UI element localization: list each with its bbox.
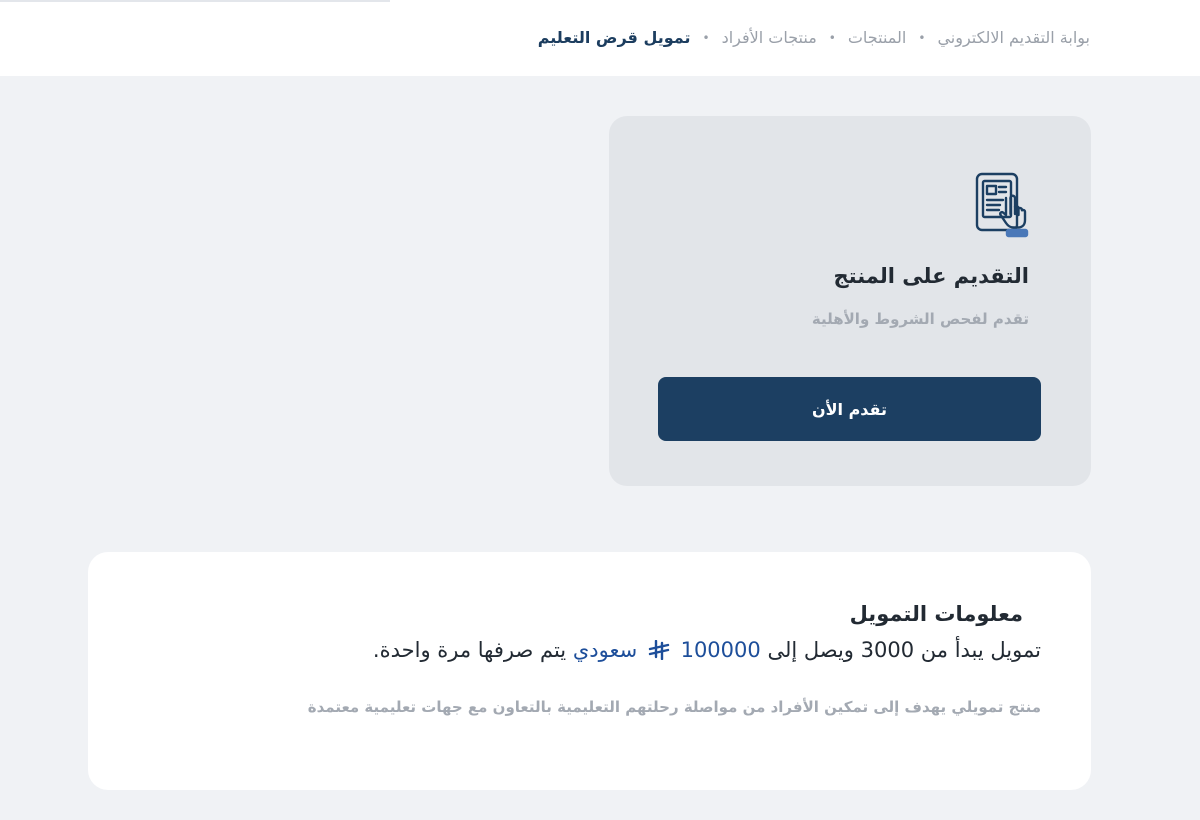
breadcrumb-separator: • xyxy=(918,30,926,45)
top-bar-accent xyxy=(0,0,390,2)
breadcrumb-separator: • xyxy=(702,30,710,45)
breadcrumb: بوابة التقديم الالكتروني • المنتجات • من… xyxy=(538,28,1090,47)
range-prefix: تمويل يبدأ من xyxy=(920,638,1041,662)
saudi-riyal-icon xyxy=(648,640,670,660)
financing-info-card: معلومات التمويل تمويل يبدأ من 3000 ويصل … xyxy=(88,552,1091,790)
tablet-tap-icon xyxy=(975,172,1029,238)
financing-range-text: تمويل يبدأ من 3000 ويصل إلى 100000 سعودي… xyxy=(373,638,1041,662)
breadcrumb-item-individual-products[interactable]: منتجات الأفراد xyxy=(722,28,817,47)
min-amount: 3000 xyxy=(860,638,915,662)
range-suffix: يتم صرفها مرة واحدة. xyxy=(372,638,567,662)
apply-card-subtitle: تقدم لفحص الشروط والأهلية xyxy=(811,310,1029,328)
breadcrumb-item-portal[interactable]: بوابة التقديم الالكتروني xyxy=(937,28,1090,47)
apply-card: التقديم على المنتج تقدم لفحص الشروط والأ… xyxy=(609,116,1091,486)
currency-label: سعودي xyxy=(572,638,638,662)
breadcrumb-separator: • xyxy=(828,30,836,45)
max-amount: 100000 xyxy=(680,638,761,662)
apply-now-button[interactable]: تقدم الأن xyxy=(658,377,1041,441)
apply-card-title: التقديم على المنتج xyxy=(833,264,1029,288)
financing-description: منتج تمويلي يهدف إلى تمكين الأفراد من مو… xyxy=(307,698,1041,716)
breadcrumb-item-products[interactable]: المنتجات xyxy=(848,28,907,47)
breadcrumb-current-page: تمويل قرض التعليم xyxy=(537,28,691,47)
top-bar: بوابة التقديم الالكتروني • المنتجات • من… xyxy=(0,0,1200,76)
financing-info-title: معلومات التمويل xyxy=(849,602,1023,626)
range-middle: ويصل إلى xyxy=(767,638,854,662)
